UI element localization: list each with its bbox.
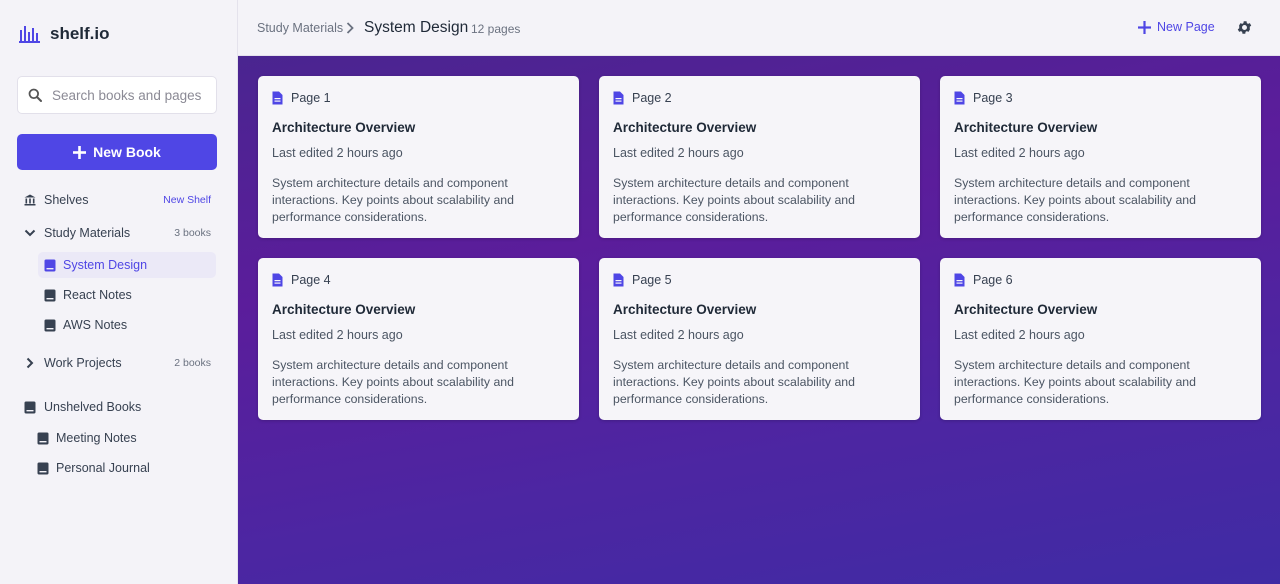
page-card[interactable]: Page 2 Architecture Overview Last edited…: [599, 76, 920, 238]
unshelved-label: Unshelved Books: [44, 400, 142, 414]
book-icon: [44, 259, 56, 271]
plus-icon: [1138, 20, 1151, 34]
page-edited: Last edited 2 hours ago: [272, 328, 403, 342]
book-label: Personal Journal: [56, 461, 150, 475]
page-title: Architecture Overview: [954, 120, 1098, 135]
page-card[interactable]: Page 1 Architecture Overview Last edited…: [258, 76, 579, 238]
gear-icon[interactable]: [1236, 19, 1253, 36]
document-icon: [272, 273, 283, 287]
page-card-header: Page 3: [954, 91, 1013, 105]
page-card[interactable]: Page 5 Architecture Overview Last edited…: [599, 258, 920, 420]
sidebar: shelf.io New Book Shelves: [0, 0, 238, 584]
shelf-work-projects[interactable]: Work Projects 2 books: [24, 355, 211, 371]
document-icon: [272, 91, 283, 105]
pages-grid: Page 1 Architecture Overview Last edited…: [238, 56, 1280, 584]
book-icon: [44, 289, 56, 301]
page-title: Architecture Overview: [613, 120, 757, 135]
app-name: shelf.io: [50, 24, 110, 43]
book-label: Meeting Notes: [56, 431, 137, 445]
page-title: Architecture Overview: [272, 120, 416, 135]
page-edited: Last edited 2 hours ago: [954, 328, 1085, 342]
page-card-header: Page 6: [954, 273, 1013, 287]
book-icon: [37, 462, 49, 474]
page-description: System architecture details and componen…: [954, 358, 1196, 406]
app-root: shelf.io New Book Shelves: [0, 0, 1280, 584]
page-description: System architecture details and componen…: [613, 176, 855, 224]
new-book-label: New Book: [93, 144, 161, 160]
page-number: Page 5: [632, 273, 672, 287]
document-icon: [954, 91, 965, 105]
book-label: System Design: [63, 258, 148, 272]
logo[interactable]: shelf.io: [19, 24, 110, 44]
book-aws-notes[interactable]: AWS Notes: [38, 312, 216, 338]
document-icon: [613, 91, 624, 105]
page-card-header: Page 1: [272, 91, 331, 105]
shelves-label: Shelves: [44, 193, 89, 207]
page-number: Page 6: [973, 273, 1013, 287]
page-card-header: Page 4: [272, 273, 331, 287]
page-description: System architecture details and componen…: [613, 358, 855, 406]
new-shelf-link[interactable]: New Shelf: [163, 194, 211, 206]
chevron-right-icon: [26, 357, 34, 369]
new-book-button[interactable]: New Book: [17, 134, 217, 170]
book-icon: [37, 432, 49, 444]
shelf-label: Study Materials: [44, 226, 131, 240]
document-icon: [613, 273, 624, 287]
plus-icon: [73, 145, 87, 159]
shelf-book-count: 3 books: [174, 227, 211, 239]
page-card[interactable]: Page 4 Architecture Overview Last edited…: [258, 258, 579, 420]
page-edited: Last edited 2 hours ago: [272, 146, 403, 160]
shelf-study-materials[interactable]: Study Materials 3 books: [24, 225, 211, 241]
page-edited: Last edited 2 hours ago: [613, 328, 744, 342]
document-icon: [954, 273, 965, 287]
page-number: Page 1: [291, 91, 331, 105]
page-number: Page 2: [632, 91, 672, 105]
chevron-right-icon: [346, 22, 354, 34]
book-meeting-notes[interactable]: Meeting Notes: [31, 425, 211, 451]
search-box[interactable]: [17, 76, 217, 114]
page-card[interactable]: Page 3 Architecture Overview Last edited…: [940, 76, 1261, 238]
page-description: System architecture details and componen…: [272, 176, 514, 224]
bar-chart-logo-icon: [19, 26, 40, 43]
shelf-book-count: 2 books: [174, 357, 211, 369]
main-area: Study Materials System Design 12 pages N…: [238, 0, 1280, 584]
page-title: Architecture Overview: [613, 302, 757, 317]
page-card-header: Page 5: [613, 273, 672, 287]
breadcrumb-parent[interactable]: Study Materials: [257, 21, 343, 35]
new-page-label: New Page: [1157, 20, 1215, 34]
page-description: System architecture details and componen…: [954, 176, 1196, 224]
page-title: System Design: [364, 19, 469, 36]
unshelved-books-header: Unshelved Books: [24, 399, 211, 415]
book-label: React Notes: [63, 288, 132, 302]
top-bar: Study Materials System Design 12 pages N…: [238, 0, 1280, 56]
page-count: 12 pages: [471, 22, 521, 36]
page-number: Page 4: [291, 273, 331, 287]
book-icon: [44, 319, 56, 331]
page-title: Architecture Overview: [954, 302, 1098, 317]
book-react-notes[interactable]: React Notes: [38, 282, 216, 308]
search-icon: [28, 88, 42, 102]
page-description: System architecture details and componen…: [272, 358, 514, 406]
book-icon: [24, 401, 36, 413]
chevron-down-icon: [24, 229, 36, 237]
page-card[interactable]: Page 6 Architecture Overview Last edited…: [940, 258, 1261, 420]
shelves-header: Shelves New Shelf: [24, 192, 211, 208]
new-page-button[interactable]: New Page: [1138, 20, 1215, 34]
book-label: AWS Notes: [63, 318, 128, 332]
page-edited: Last edited 2 hours ago: [613, 146, 744, 160]
page-title: Architecture Overview: [272, 302, 416, 317]
shelf-label: Work Projects: [44, 356, 122, 370]
page-edited: Last edited 2 hours ago: [954, 146, 1085, 160]
book-system-design[interactable]: System Design: [38, 252, 216, 278]
page-number: Page 3: [973, 91, 1013, 105]
search-input[interactable]: [52, 87, 202, 103]
bank-icon: [24, 194, 36, 206]
book-personal-journal[interactable]: Personal Journal: [31, 455, 211, 481]
page-card-header: Page 2: [613, 91, 672, 105]
